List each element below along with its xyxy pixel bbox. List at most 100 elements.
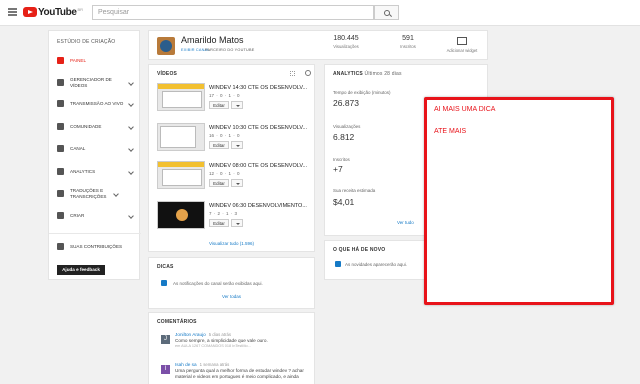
video-title[interactable]: WINDEV 06:30 DESENVOLVIMENTO... bbox=[209, 203, 309, 209]
subscribers-value: 591 bbox=[402, 35, 414, 42]
subscribers-stat: 591 Inscritos bbox=[385, 35, 431, 49]
studio-sidebar: ESTÚDIO DE CRIAÇÃO PAINEL GERENCIADOR DE… bbox=[48, 30, 141, 280]
add-widget-label: Adicionar widget bbox=[446, 48, 478, 53]
analytics-heading: ANALYTICS bbox=[333, 71, 363, 77]
view-all-tips-link[interactable]: Ver todas bbox=[149, 294, 314, 299]
sidebar-item-video-manager[interactable]: GERENCIADOR DE VÍDEOS bbox=[49, 73, 141, 92]
avatar[interactable]: I bbox=[161, 365, 170, 374]
sidebar-item-create[interactable]: CRIAR bbox=[49, 206, 141, 225]
sidebar-divider bbox=[49, 233, 141, 234]
sidebar-item-channel[interactable]: CANAL bbox=[49, 139, 141, 158]
video-manager-icon bbox=[57, 79, 64, 86]
sidebar-item-painel[interactable]: PAINEL bbox=[49, 51, 141, 70]
subscribers-value: +7 bbox=[333, 164, 343, 174]
videos-card: VÍDEOS WINDEV 14:30 CTE OS DESENVOLV... … bbox=[148, 64, 315, 252]
drag-handle-icon[interactable] bbox=[290, 71, 295, 76]
subscribers-label: Inscritos bbox=[333, 157, 350, 162]
chevron-down-icon bbox=[128, 123, 134, 130]
comment-video-ref[interactable]: em AULA 1267 COMANDOS 018 InTestMo... bbox=[175, 344, 309, 348]
avatar[interactable] bbox=[157, 37, 175, 55]
comment-author[interactable]: Jonilton Araujo bbox=[175, 332, 206, 337]
watch-time-label: Tempo de exibição (minutos) bbox=[333, 90, 391, 95]
sidebar-item-live[interactable]: TRANSMISSÃO AO VIVO bbox=[49, 94, 141, 113]
comment-text: Uma pergunta qual a melhor forma de estu… bbox=[175, 368, 304, 379]
youtube-logo[interactable]: YouTube BR bbox=[23, 6, 83, 18]
video-thumbnail[interactable] bbox=[157, 123, 205, 151]
comment-author[interactable]: Isah de sa bbox=[175, 362, 197, 367]
comments-title: COMENTÁRIOS bbox=[157, 319, 197, 325]
video-thumbnail[interactable] bbox=[157, 201, 205, 229]
search-icon bbox=[383, 9, 390, 16]
sidebar-item-community[interactable]: COMUNIDADE bbox=[49, 117, 141, 136]
sidebar-item-translations[interactable]: TRADUÇÕES E TRANSCRIÇÕES bbox=[49, 184, 141, 203]
sidebar-item-label: CANAL bbox=[70, 145, 86, 151]
chevron-down-icon bbox=[128, 79, 134, 86]
menu-icon[interactable] bbox=[8, 8, 17, 16]
contributions-icon bbox=[57, 243, 64, 250]
video-row: WINDEV 08:00 CTE OS DESENVOLV... 12 · 0 … bbox=[157, 161, 309, 193]
video-thumbnail[interactable] bbox=[157, 161, 205, 189]
video-row: WINDEV 10:30 CTE OS DESENVOLV... 16 · 0 … bbox=[157, 123, 309, 155]
star-icon bbox=[161, 280, 167, 286]
tips-title: DICAS bbox=[157, 264, 174, 270]
help-feedback-button[interactable]: Ajuda e feedback bbox=[57, 265, 105, 275]
views-label: Visualizações bbox=[333, 44, 359, 49]
edit-dropdown-button[interactable] bbox=[231, 179, 243, 187]
analytics-title: ANALYTICS Últimos 28 dias bbox=[333, 71, 402, 77]
edit-button[interactable]: Editar bbox=[209, 179, 229, 187]
sidebar-item-label: GERENCIADOR DE VÍDEOS bbox=[70, 77, 112, 88]
tips-text: As notificações do canal serão exibidas … bbox=[173, 281, 263, 286]
sidebar-item-contributions[interactable]: SUAS CONTRIBUIÇÕES bbox=[49, 237, 141, 256]
subscribers-label: Inscritos bbox=[400, 44, 416, 49]
video-title[interactable]: WINDEV 10:30 CTE OS DESENVOLV... bbox=[209, 125, 309, 131]
sidebar-item-label: PAINEL bbox=[70, 57, 86, 63]
video-title[interactable]: WINDEV 08:00 CTE OS DESENVOLV... bbox=[209, 163, 309, 169]
video-stats: 16 · 0 · 1 · 0 bbox=[209, 133, 240, 138]
partner-label: PARCEIRO DO YOUTUBE bbox=[205, 48, 255, 52]
video-stats: 7 · 2 · 1 · 3 bbox=[209, 211, 238, 216]
sidebar-item-label: CRIAR bbox=[70, 212, 85, 218]
translate-icon bbox=[57, 190, 64, 197]
views-label: Visualizações bbox=[333, 124, 361, 129]
chevron-down-icon bbox=[128, 145, 134, 152]
search-input[interactable]: Pesquisar bbox=[92, 5, 374, 20]
video-title[interactable]: WINDEV 14:30 CTE OS DESENVOLV... bbox=[209, 85, 309, 91]
channel-icon bbox=[57, 145, 64, 152]
edit-dropdown-button[interactable] bbox=[231, 219, 243, 227]
sidebar-item-label: ANALYTICS bbox=[70, 168, 96, 174]
whats-new-text: As novidades aparecerão aqui. bbox=[345, 262, 408, 267]
comment-date: 5 dias atrás bbox=[208, 332, 231, 337]
analytics-icon bbox=[57, 168, 64, 175]
edit-dropdown-button[interactable] bbox=[231, 101, 243, 109]
edit-button[interactable]: Editar bbox=[209, 101, 229, 109]
video-stats: 12 · 0 · 1 · 0 bbox=[209, 171, 240, 176]
channel-name: Amarildo Matos bbox=[181, 35, 244, 45]
view-all-analytics-link[interactable]: Ver tudo bbox=[397, 220, 414, 225]
video-stats: 17 · 0 · 1 · 0 bbox=[209, 93, 240, 98]
annotation-line-2: ATE MAIS bbox=[434, 128, 467, 135]
sidebar-item-label: COMUNIDADE bbox=[70, 123, 102, 129]
edit-button[interactable]: Editar bbox=[209, 219, 229, 227]
sidebar-item-analytics[interactable]: ANALYTICS bbox=[49, 162, 141, 181]
sidebar-item-label: TRANSMISSÃO AO VIVO bbox=[70, 100, 124, 106]
gear-icon[interactable] bbox=[305, 70, 311, 76]
edit-button[interactable]: Editar bbox=[209, 141, 229, 149]
annotation-line-1: AI MAIS UMA DICA bbox=[434, 106, 496, 113]
views-value: 180.445 bbox=[333, 35, 359, 42]
edit-dropdown-button[interactable] bbox=[231, 141, 243, 149]
sidebar-item-label: SUAS CONTRIBUIÇÕES bbox=[70, 243, 123, 249]
search-button[interactable] bbox=[374, 5, 399, 20]
avatar[interactable]: J bbox=[161, 335, 170, 344]
comment-item: Isah de sa 1 semana atrás Uma pergunta qu… bbox=[175, 362, 309, 380]
annotation-box: AI MAIS UMA DICA ATE MAIS bbox=[424, 97, 614, 305]
video-thumbnail[interactable] bbox=[157, 83, 205, 111]
chevron-down-icon bbox=[128, 168, 134, 175]
create-icon bbox=[57, 212, 64, 219]
view-all-videos-link[interactable]: Visualizar tudo (1.596) bbox=[149, 241, 314, 246]
comments-card: COMENTÁRIOS J Jonilton Araujo 5 dias atrá… bbox=[148, 312, 315, 384]
sidebar-item-label: TRADUÇÕES E TRANSCRIÇÕES bbox=[70, 188, 107, 199]
chevron-down-icon bbox=[128, 100, 134, 107]
sidebar-title: ESTÚDIO DE CRIAÇÃO bbox=[57, 39, 116, 45]
comment-item: Jonilton Araujo 5 dias atrás Como sempre,… bbox=[175, 332, 309, 348]
video-row: WINDEV 14:30 CTE OS DESENVOLV... 17 · 0 … bbox=[157, 83, 309, 115]
